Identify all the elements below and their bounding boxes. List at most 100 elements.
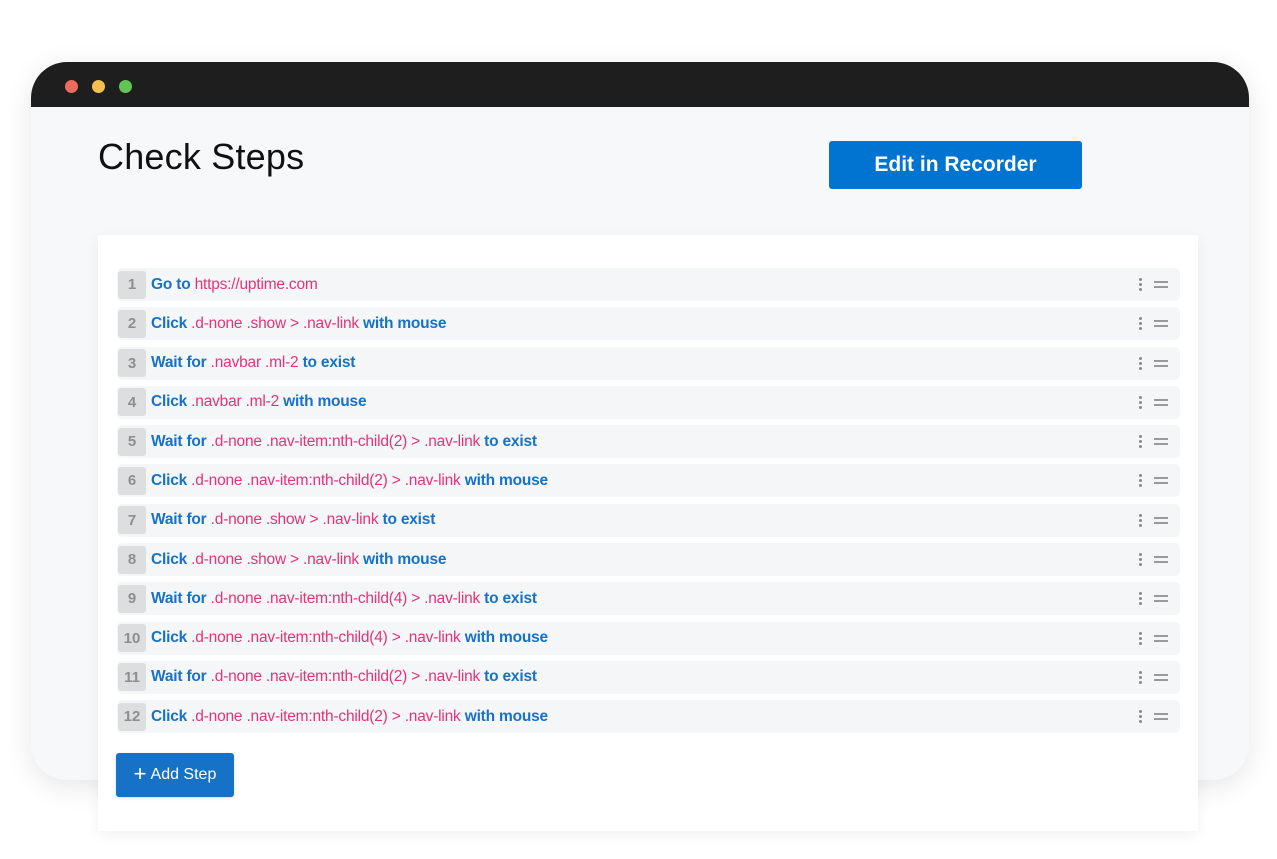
step-row[interactable]: 1 Go to https://uptime.com [117,268,1180,301]
step-row[interactable]: 8 Click .d-none .show > .nav-link with m… [117,543,1180,577]
step-number: 8 [118,545,146,574]
kebab-menu-icon[interactable] [1138,670,1142,684]
step-suffix: to exist [484,589,537,607]
step-target: .navbar .ml-2 [210,354,299,372]
drag-handle-icon[interactable] [1154,516,1168,524]
step-number: 4 [118,388,146,417]
step-target: .d-none .nav-item:nth-child(4) > .nav-li… [191,629,461,647]
step-target: .d-none .nav-item:nth-child(4) > .nav-li… [210,589,481,607]
close-window-button[interactable] [65,80,78,93]
step-target: .d-none .show > .nav-link [191,550,359,568]
kebab-menu-icon[interactable] [1138,631,1142,645]
step-action: Wait for [151,354,207,372]
step-action: Click [151,550,188,568]
step-action: Wait for [151,668,207,686]
step-number: 1 [118,270,146,299]
step-description: Click .d-none .nav-item:nth-child(4) > .… [151,629,548,647]
kebab-menu-icon[interactable] [1138,513,1142,527]
maximize-window-button[interactable] [119,80,132,93]
drag-handle-icon[interactable] [1154,438,1168,446]
minimize-window-button[interactable] [92,80,105,93]
kebab-menu-icon[interactable] [1138,395,1142,409]
drag-handle-icon[interactable] [1154,713,1168,721]
step-actions [1138,700,1168,733]
step-row[interactable]: 7 Wait for .d-none .show > .nav-link to … [117,503,1180,537]
drag-handle-icon[interactable] [1154,359,1168,367]
drag-handle-icon[interactable] [1154,673,1168,681]
step-number: 10 [118,624,146,653]
step-description: Wait for .d-none .nav-item:nth-child(2) … [151,433,537,451]
step-target: .d-none .nav-item:nth-child(2) > .nav-li… [191,707,461,725]
kebab-menu-icon[interactable] [1138,317,1142,331]
step-actions [1138,268,1168,301]
drag-handle-icon[interactable] [1154,320,1168,328]
step-actions [1138,661,1168,694]
edit-in-recorder-button[interactable]: Edit in Recorder [829,141,1082,189]
kebab-menu-icon[interactable] [1138,474,1142,488]
step-suffix: with mouse [464,629,548,647]
step-suffix: to exist [382,511,436,529]
step-target: .d-none .nav-item:nth-child(2) > .nav-li… [191,471,461,489]
step-number: 12 [118,702,146,731]
kebab-menu-icon[interactable] [1138,710,1142,724]
drag-handle-icon[interactable] [1154,634,1168,642]
drag-handle-icon[interactable] [1154,281,1168,288]
step-number: 9 [118,584,146,613]
step-description: Go to https://uptime.com [151,276,318,294]
kebab-menu-icon[interactable] [1138,356,1142,370]
step-description: Wait for .d-none .nav-item:nth-child(2) … [151,668,537,686]
step-actions [1138,543,1168,576]
step-number: 5 [118,427,146,456]
page-title: Check Steps [98,136,305,177]
step-row[interactable]: 12 Click .d-none .nav-item:nth-child(2) … [117,700,1180,734]
drag-handle-icon[interactable] [1154,398,1168,406]
step-number: 6 [118,466,146,495]
step-target: .d-none .nav-item:nth-child(2) > .nav-li… [210,668,481,686]
step-target: .d-none .show > .nav-link [191,314,359,332]
step-actions [1138,582,1168,615]
step-number: 7 [118,506,146,535]
step-row[interactable]: 9 Wait for .d-none .nav-item:nth-child(4… [117,582,1180,616]
step-target: .d-none .show > .nav-link [210,511,379,529]
kebab-menu-icon[interactable] [1138,553,1142,567]
drag-handle-icon[interactable] [1154,556,1168,564]
step-action: Click [151,471,188,489]
step-row[interactable]: 3 Wait for .navbar .ml-2 to exist [117,346,1180,380]
step-suffix: with mouse [283,393,367,411]
step-row[interactable]: 11 Wait for .d-none .nav-item:nth-child(… [117,660,1180,694]
step-action: Go to [151,275,191,293]
step-actions [1138,425,1168,458]
step-row[interactable]: 10 Click .d-none .nav-item:nth-child(4) … [117,621,1180,655]
step-suffix: with mouse [363,550,447,568]
step-actions [1138,622,1168,655]
kebab-menu-icon[interactable] [1138,592,1142,606]
step-target: https://uptime.com [194,275,318,293]
step-row[interactable]: 4 Click .navbar .ml-2 with mouse [117,385,1180,419]
step-row[interactable]: 2 Click .d-none .show > .nav-link with m… [117,307,1180,341]
step-action: Wait for [151,511,207,529]
step-description: Click .d-none .nav-item:nth-child(2) > .… [151,472,548,490]
step-actions [1138,504,1168,537]
step-suffix: to exist [302,354,356,372]
step-suffix: to exist [484,668,537,686]
drag-handle-icon[interactable] [1154,595,1168,603]
step-action: Click [151,629,188,647]
kebab-menu-icon[interactable] [1138,278,1142,291]
step-description: Wait for .d-none .show > .nav-link to ex… [151,511,435,529]
step-actions [1138,464,1168,497]
kebab-menu-icon[interactable] [1138,435,1142,449]
step-row[interactable]: 5 Wait for .d-none .nav-item:nth-child(2… [117,425,1180,459]
step-description: Wait for .d-none .nav-item:nth-child(4) … [151,590,537,608]
step-suffix: with mouse [464,471,548,489]
steps-panel: 1 Go to https://uptime.com 2 Click .d-no… [98,235,1198,831]
step-action: Wait for [151,589,207,607]
step-target: .navbar .ml-2 [191,393,280,411]
step-description: Click .d-none .nav-item:nth-child(2) > .… [151,708,548,726]
step-suffix: to exist [484,432,537,450]
add-step-label: Add Step [150,766,217,783]
drag-handle-icon[interactable] [1154,477,1168,485]
step-number: 11 [118,663,146,692]
add-step-button[interactable]: + Add Step [116,753,234,797]
step-description: Click .d-none .show > .nav-link with mou… [151,551,446,569]
step-row[interactable]: 6 Click .d-none .nav-item:nth-child(2) >… [117,464,1180,498]
